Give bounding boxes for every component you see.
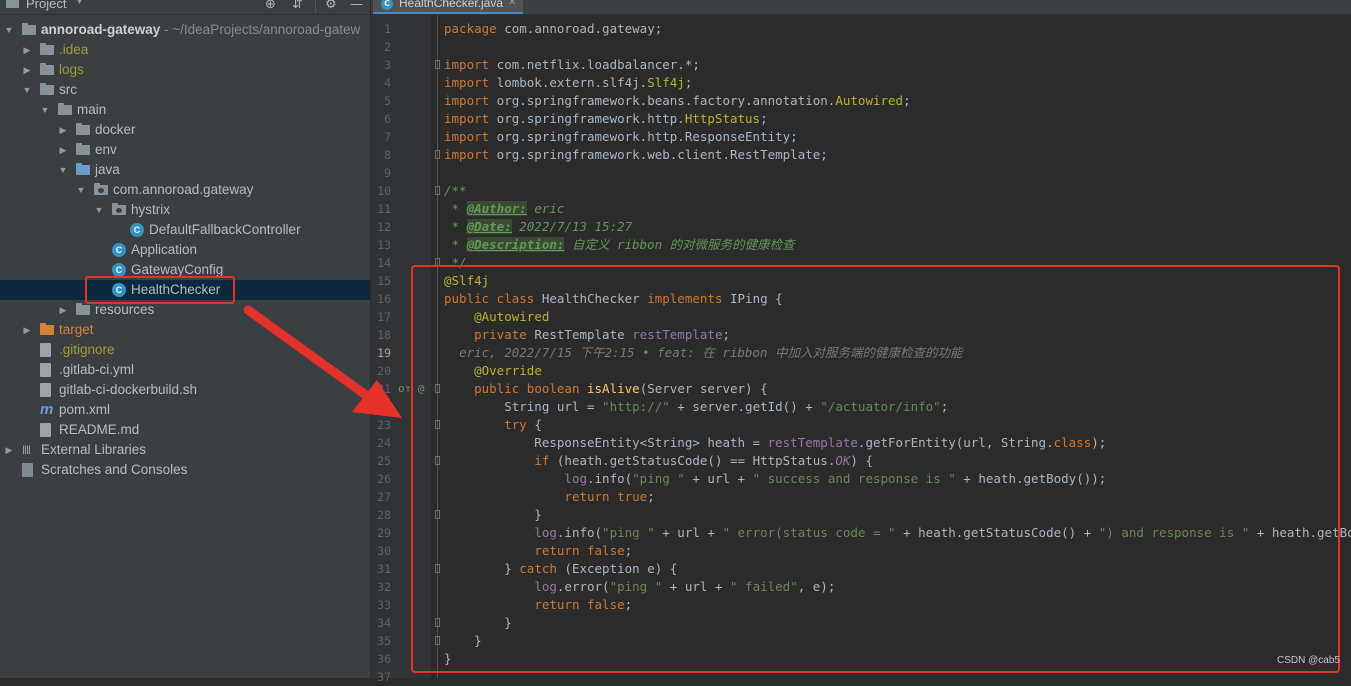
red-arrow-annotation [243, 305, 402, 418]
watermark: CSDN @cab5 [1277, 655, 1340, 666]
arrow-shaft [243, 305, 375, 403]
